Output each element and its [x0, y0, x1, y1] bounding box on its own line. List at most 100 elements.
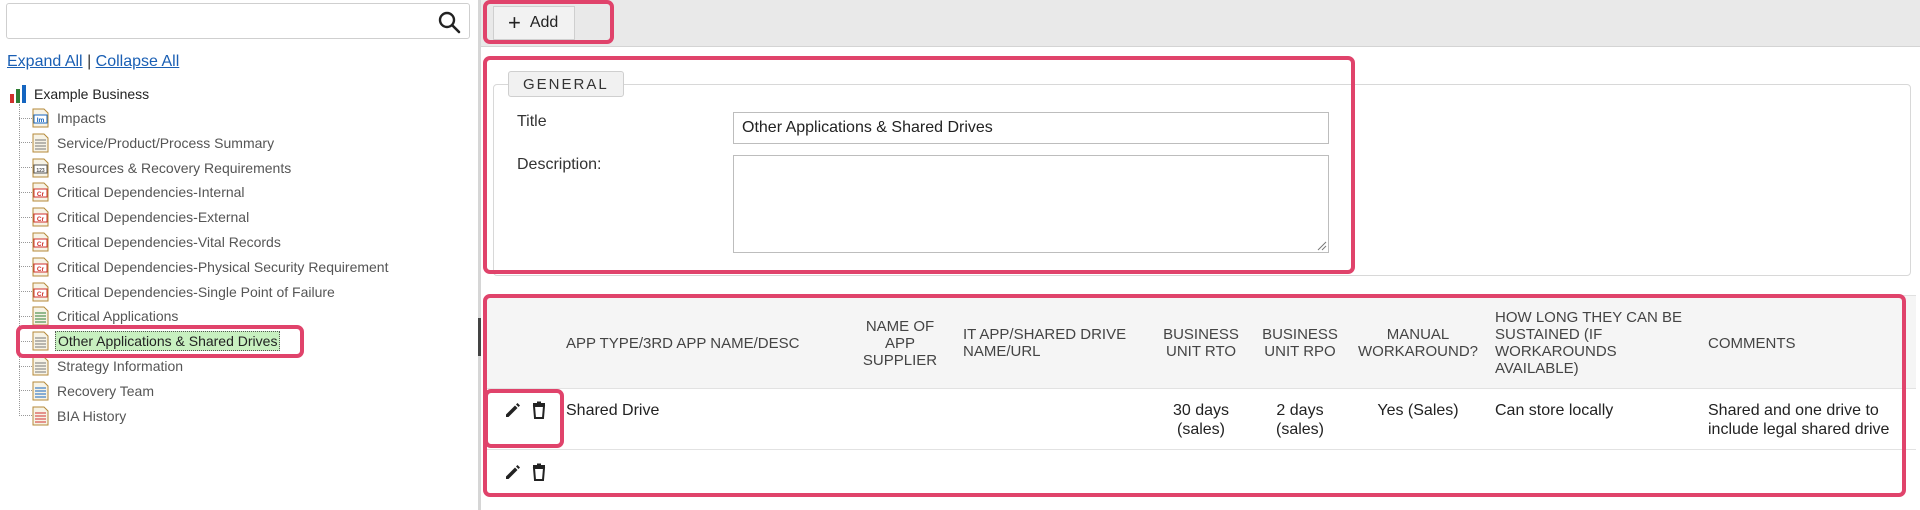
tree-item[interactable]: Service/Product/Process Summary — [19, 131, 276, 155]
tree-connector-line — [19, 365, 32, 367]
tree-connector-line — [19, 167, 32, 169]
tree-connector-line — [19, 390, 32, 392]
tree-item-label: Critical Dependencies-Physical Security … — [57, 258, 389, 275]
tree-connector-line — [19, 266, 32, 268]
column-header-sustained[interactable]: HOW LONG THEY CAN BE SUSTAINED (IF WORKA… — [1495, 309, 1695, 377]
pane-splitter[interactable] — [478, 0, 481, 510]
cell-rpo: 2 days (sales) — [1275, 402, 1324, 438]
bar-chart-icon — [10, 85, 26, 103]
cell-sustained: Can store locally — [1495, 402, 1614, 419]
tree-item-label: BIA History — [57, 407, 127, 424]
tree-item[interactable]: Critical Applications — [19, 304, 180, 328]
expand-all-link[interactable]: Expand All — [7, 53, 83, 70]
tree-item[interactable]: Cr Critical Dependencies-Single Point of … — [19, 280, 337, 304]
tree-connector-line — [19, 142, 32, 144]
column-header-comments[interactable]: COMMENTS — [1708, 335, 1858, 352]
title-label: Title — [517, 113, 547, 130]
tree-item-label: Critical Dependencies-External — [57, 209, 250, 226]
text-doc-icon — [32, 133, 49, 153]
column-header-app-type[interactable]: APP TYPE/3RD APP NAME/DESC — [566, 335, 806, 352]
tree-connector-line — [19, 415, 32, 417]
description-label: Description: — [517, 156, 602, 173]
trash-icon[interactable] — [529, 400, 549, 420]
app-doc-icon — [32, 306, 49, 326]
tree-item-label: Strategy Information — [57, 358, 184, 374]
person-doc-icon — [32, 381, 49, 401]
search-icon[interactable] — [437, 10, 461, 34]
column-header-it-app[interactable]: IT APP/SHARED DRIVE NAME/URL — [963, 326, 1133, 360]
tree-item-label: Critical Dependencies-Vital Records — [57, 234, 281, 250]
svg-text:Cr: Cr — [37, 241, 45, 248]
svg-text:Cr: Cr — [37, 291, 45, 298]
cell-workaround: Yes (Sales) — [1377, 402, 1459, 419]
tree-connector-line — [19, 241, 32, 243]
tree-item[interactable]: Cr Critical Dependencies-Vital Records — [19, 230, 283, 254]
column-header-rto[interactable]: BUSINESS UNIT RTO — [1159, 326, 1243, 360]
pencil-icon[interactable] — [503, 462, 523, 482]
im-doc-icon: Im — [32, 108, 49, 128]
cr-doc-icon: Cr — [32, 182, 49, 202]
applications-grid: APP TYPE/3RD APP NAME/DESC NAME OF APP S… — [486, 295, 1916, 500]
tree-item-label: Impacts — [57, 110, 107, 126]
tree-search-input[interactable] — [6, 3, 470, 39]
tree-item-label: Critical Applications — [57, 308, 179, 325]
trash-icon[interactable] — [529, 462, 549, 482]
expand-collapse-links: Expand All | Collapse All — [7, 53, 179, 71]
numbers-doc-icon: 123 — [32, 158, 49, 178]
tree-item-label: Resources & Recovery Requirements — [57, 159, 292, 176]
tree-item[interactable]: Strategy Information — [19, 354, 185, 378]
tree-connector-line — [19, 191, 32, 193]
link-separator: | — [87, 53, 92, 70]
text-doc-icon — [32, 331, 49, 351]
title-input[interactable]: Other Applications & Shared Drives — [733, 112, 1329, 144]
tree-item[interactable]: Cr Critical Dependencies-External — [19, 205, 251, 229]
cell-comments: Shared and one drive to include legal sh… — [1708, 402, 1890, 438]
svg-text:Cr: Cr — [37, 216, 45, 223]
tree-item[interactable]: Cr Critical Dependencies-Physical Securit… — [19, 255, 390, 279]
column-header-rpo[interactable]: BUSINESS UNIT RPO — [1258, 326, 1342, 360]
column-header-workaround[interactable]: MANUAL WORKAROUND? — [1358, 326, 1478, 360]
tree-item[interactable]: 123 Resources & Recovery Requirements — [19, 156, 293, 180]
cell-rto: 30 days (sales) — [1172, 402, 1230, 438]
cr-doc-icon: Cr — [32, 232, 49, 252]
tree-connector-line — [19, 216, 32, 218]
tree-connector-line — [19, 117, 32, 119]
row-divider — [486, 449, 1916, 450]
history-doc-icon — [32, 406, 49, 426]
collapse-all-link[interactable]: Collapse All — [96, 53, 180, 70]
tree-panel: Expand All | Collapse All Example Busine… — [0, 0, 478, 510]
description-textarea[interactable] — [733, 155, 1329, 253]
resize-grip-icon[interactable] — [1317, 241, 1327, 251]
tree-item[interactable]: Other Applications & Shared Drives — [19, 329, 281, 353]
tree-root-example-business[interactable]: Example Business — [9, 84, 149, 104]
tree-item-label: Other Applications & Shared Drives — [55, 331, 281, 352]
tree-item-label: Service/Product/Process Summary — [57, 134, 275, 151]
pencil-icon[interactable] — [503, 400, 523, 420]
grid-header: APP TYPE/3RD APP NAME/DESC NAME OF APP S… — [486, 296, 1916, 389]
cr-doc-icon: Cr — [32, 207, 49, 227]
column-header-supplier[interactable]: NAME OF APP SUPPLIER — [858, 318, 942, 369]
plus-icon: + — [508, 10, 521, 35]
tree-item-label: Critical Dependencies-Internal — [57, 184, 245, 201]
tree-item[interactable]: Recovery Team — [19, 379, 156, 403]
svg-text:Im: Im — [37, 117, 45, 124]
tree-item-label: Recovery Team — [57, 382, 155, 399]
text-doc-icon — [32, 356, 49, 376]
tree-root-label: Example Business — [34, 86, 150, 102]
general-legend: GENERAL — [508, 71, 624, 97]
splitter-grip[interactable] — [478, 318, 481, 356]
cr-doc-icon: Cr — [32, 257, 49, 277]
svg-text:Cr: Cr — [37, 191, 45, 198]
tree-item[interactable]: Cr Critical Dependencies-Internal — [19, 180, 247, 204]
tree-connector-line — [19, 340, 32, 342]
tree-connector-line — [19, 315, 32, 317]
cr-doc-icon: Cr — [32, 282, 49, 302]
svg-text:Cr: Cr — [37, 266, 45, 273]
add-button[interactable]: + Add — [493, 6, 576, 40]
cell-app-type: Shared Drive — [566, 402, 660, 419]
tree-item[interactable]: BIA History — [19, 404, 128, 428]
tree-item[interactable]: Im Impacts — [19, 106, 108, 130]
toolbar: + Add — [481, 0, 1920, 47]
tree-connector-line — [19, 291, 32, 293]
svg-text:123: 123 — [36, 168, 45, 174]
